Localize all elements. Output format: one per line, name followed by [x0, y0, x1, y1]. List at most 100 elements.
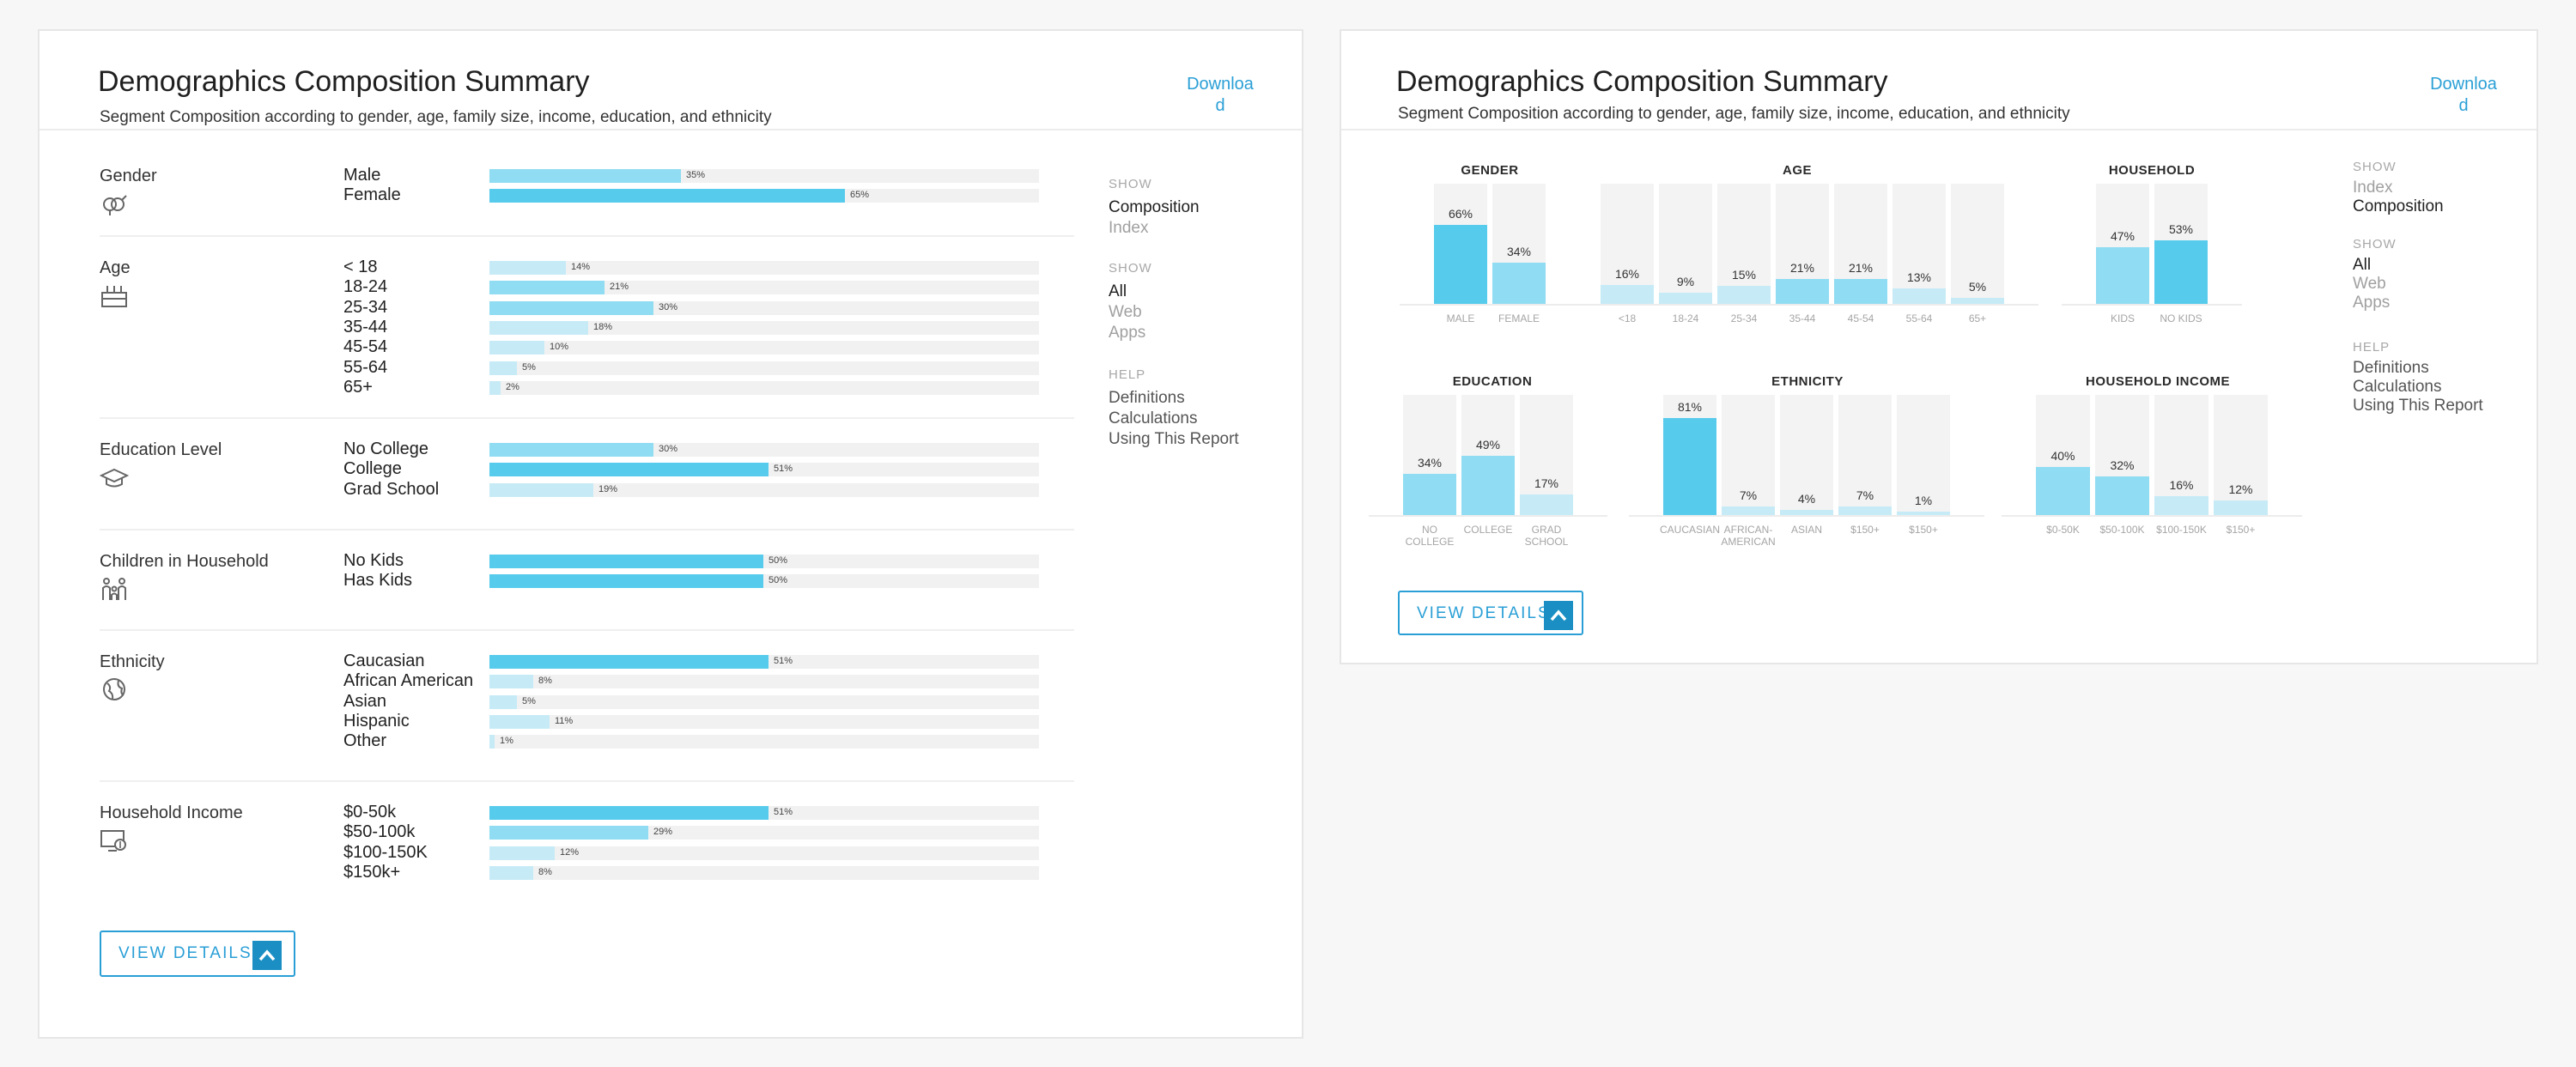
chart-baseline	[1400, 304, 1580, 306]
family-icon	[100, 576, 129, 602]
bar-fill	[489, 320, 588, 335]
category-label: Grad School	[343, 479, 440, 499]
column-bar	[1461, 456, 1515, 515]
bar-fill	[489, 865, 533, 880]
chart-title: HOUSEHOLD	[2108, 163, 2196, 178]
bar-value-label: 12%	[560, 846, 580, 858]
view-details-button[interactable]: VIEW DETAILS	[100, 931, 295, 977]
category-label: $0-50k	[343, 803, 397, 821]
calculations-link[interactable]: Calculations	[1109, 409, 1198, 428]
column-value-label: 49%	[1475, 438, 1501, 452]
chart-title: AGE	[1782, 163, 1812, 178]
bar-fill	[489, 281, 605, 295]
panel-subtitle: Segment Composition according to gender,…	[100, 108, 772, 126]
column-value-label: 21%	[1789, 261, 1815, 275]
bar-track: 51%	[489, 463, 1039, 477]
bar-fill	[489, 655, 769, 669]
bar-fill	[489, 675, 533, 689]
bar-track: 11%	[489, 714, 1039, 729]
panel-header: Demographics Composition Summary Segment…	[1341, 31, 2537, 130]
bar-value-label: 29%	[653, 827, 673, 838]
bar-value-label: 30%	[659, 301, 678, 312]
column-bar	[1659, 293, 1712, 304]
panel-header: Demographics Composition Summary Segment…	[39, 31, 1302, 130]
category-label: Male	[343, 166, 381, 185]
bar-value-label: 5%	[522, 361, 536, 373]
show-heading: SHOW	[1109, 177, 1152, 191]
show-index-option[interactable]: Index	[1109, 219, 1148, 238]
show-all-option[interactable]: All	[2353, 256, 2371, 275]
bar-track: 21%	[489, 281, 1039, 295]
show-heading: SHOW	[1109, 261, 1152, 276]
category-label: African American	[343, 671, 474, 691]
bar-fill	[489, 189, 845, 203]
show-web-option[interactable]: Web	[1109, 303, 1142, 322]
bar-fill	[489, 341, 544, 355]
download-link[interactable]: Downloa d	[1182, 74, 1259, 117]
column-track	[2214, 395, 2268, 515]
category-label: Female	[343, 185, 401, 205]
column-value-label: 13%	[1906, 270, 1932, 284]
bar-value-label: 51%	[774, 807, 793, 817]
group-divider	[100, 235, 1074, 237]
view-details-button[interactable]: VIEW DETAILS	[1398, 591, 1583, 635]
income-icon	[100, 828, 129, 853]
column-category-label: MALE	[1446, 312, 1475, 324]
category-label: $100-150K	[343, 842, 428, 862]
bar-track: 5%	[489, 361, 1039, 375]
column-category-label: $100-150K	[2156, 524, 2207, 536]
using-this-report-link[interactable]: Using This Report	[1109, 430, 1239, 449]
show-apps-option[interactable]: Apps	[1109, 324, 1145, 343]
chevron-up-icon	[1544, 601, 1573, 630]
bar-track: 18%	[489, 320, 1039, 335]
show-apps-option[interactable]: Apps	[2353, 294, 2390, 312]
bar-value-label: 1%	[500, 736, 513, 747]
bar-fill	[489, 806, 769, 820]
column-bar	[1776, 279, 1829, 304]
column-value-label: 1%	[1914, 494, 1933, 507]
bar-value-label: 8%	[538, 676, 552, 687]
show-composition-option[interactable]: Composition	[2353, 197, 2444, 216]
bar-fill	[489, 846, 555, 860]
definitions-link[interactable]: Definitions	[2353, 359, 2429, 378]
chart-baseline	[1369, 515, 1607, 517]
column-bar	[1403, 474, 1456, 515]
show-web-option[interactable]: Web	[2353, 275, 2386, 294]
download-link[interactable]: Downloa d	[2425, 74, 2502, 117]
chart-baseline	[2062, 304, 2242, 306]
show-composition-option[interactable]: Composition	[1109, 198, 1200, 217]
calculations-link[interactable]: Calculations	[2353, 378, 2442, 397]
show-index-option[interactable]: Index	[2353, 179, 2392, 197]
bar-fill	[489, 361, 517, 375]
bar-value-label: 5%	[522, 695, 536, 706]
bar-fill	[489, 463, 769, 477]
column-value-label: 66%	[1448, 207, 1473, 221]
category-label: Caucasian	[343, 652, 425, 670]
download-link-text-2: d	[2458, 96, 2469, 115]
globe-icon	[100, 676, 129, 702]
column-category-label: COLLEGE	[1463, 524, 1513, 536]
bar-track: 30%	[489, 300, 1039, 315]
definitions-link[interactable]: Definitions	[1109, 389, 1185, 408]
show-all-option[interactable]: All	[1109, 282, 1127, 301]
summary-panel-list: Demographics Composition Summary Segment…	[38, 29, 1303, 1039]
bar-value-label: 19%	[598, 483, 618, 494]
group-divider	[100, 629, 1074, 631]
column-category-label: KIDS	[2110, 312, 2135, 324]
column-track	[1461, 395, 1515, 515]
group-divider	[100, 417, 1074, 419]
bar-fill	[489, 574, 763, 589]
column-bar	[1717, 286, 1771, 304]
bar-track: 12%	[489, 846, 1039, 860]
category-label: $150k+	[343, 862, 401, 882]
column-category-label: $150+	[1850, 524, 1880, 536]
download-link-text: Downloa	[1187, 75, 1254, 94]
summary-panel-charts: Demographics Composition Summary Segment…	[1340, 29, 2538, 664]
chart-title: ETHNICITY	[1771, 374, 1844, 389]
bar-track: 50%	[489, 574, 1039, 589]
bar-track: 2%	[489, 380, 1039, 395]
column-category-label: $150+	[1909, 524, 1938, 536]
bar-track: 29%	[489, 826, 1039, 840]
using-this-report-link[interactable]: Using This Report	[2353, 397, 2483, 415]
chart-baseline	[1629, 515, 1984, 517]
